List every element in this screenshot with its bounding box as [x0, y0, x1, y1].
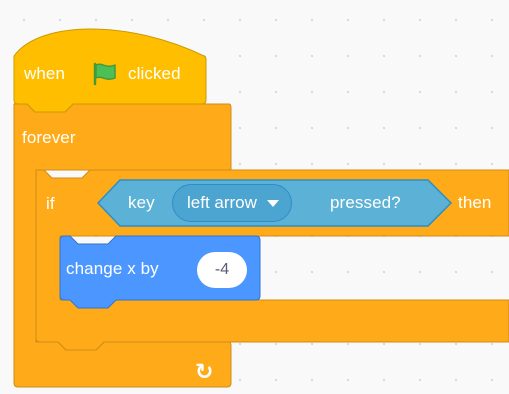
key-label: key [128, 193, 155, 212]
when-label: when [24, 64, 66, 83]
pressed-label: pressed? [330, 193, 401, 212]
change-x-label: change x by [66, 259, 159, 278]
script-canvas[interactable]: when clicked forever ↻ if key left arrow… [0, 0, 509, 394]
green-flag-icon [93, 62, 116, 86]
clicked-label: clicked [128, 64, 181, 83]
x-change-input[interactable]: -4 [197, 252, 247, 288]
then-label: then [458, 193, 492, 212]
loop-arrow-icon: ↻ [195, 359, 214, 384]
key-dropdown[interactable]: left arrow [172, 184, 292, 222]
x-change-value: -4 [214, 261, 230, 278]
key-dropdown-value: left arrow [187, 193, 257, 212]
forever-label: forever [22, 128, 76, 147]
chevron-down-icon [266, 200, 279, 207]
if-label: if [46, 194, 55, 213]
